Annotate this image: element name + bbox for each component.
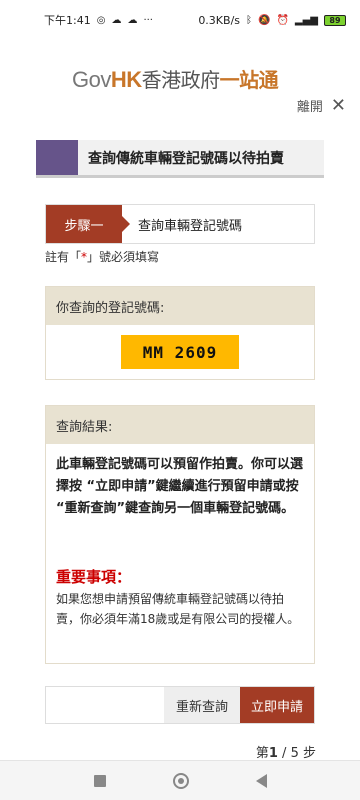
mute-icon: 🔕	[258, 14, 271, 26]
whatsapp-icon: ◎	[96, 14, 106, 26]
registration-plate: MM 2609	[121, 335, 239, 369]
system-nav-bar	[0, 760, 360, 800]
signal-icon: ▂▄▆	[294, 14, 318, 26]
close-icon: ✕	[330, 95, 346, 116]
status-time: 下午1:41	[44, 14, 91, 27]
cloud-icon: ☁	[111, 14, 122, 26]
net-speed: 0.3KB/s	[198, 13, 241, 27]
requery-button[interactable]: 重新查詢	[164, 687, 240, 723]
step-label: 查詢車輛登記號碼	[138, 218, 243, 234]
action-buttons: 重新查詢 立即申請	[45, 686, 315, 724]
step-indicator: 步驟一 查詢車輛登記號碼	[45, 204, 315, 244]
query-panel: 你查詢的登記號碼: MM 2609	[45, 286, 315, 380]
title-swatch	[36, 140, 78, 175]
apply-button[interactable]: 立即申請	[240, 687, 314, 723]
step-pager: 第1 / 5 步	[255, 746, 316, 761]
result-panel: 查詢結果: 此車輛登記號碼可以預留作拍賣。你可以選擇按 “立即申請”鍵繼續進行預…	[45, 405, 315, 664]
govhk-logo[interactable]: GovHK香港政府一站通	[72, 64, 279, 93]
result-text: 此車輛登記號碼可以預留作拍賣。你可以選擇按 “立即申請”鍵繼續進行預留申請或按 …	[56, 457, 304, 516]
cloud-icon: ☁	[127, 14, 138, 26]
more-icon: ···	[143, 14, 153, 26]
leave-label: 離開	[296, 100, 323, 115]
alarm-icon: ⏰	[276, 14, 289, 26]
required-note: 註有「*」號必須填寫	[45, 250, 160, 264]
query-panel-heading: 你查詢的登記號碼:	[46, 287, 314, 325]
important-title: 重要事項：	[56, 568, 132, 586]
bluetooth-icon: ᛒ	[246, 14, 253, 26]
battery-icon: 89	[324, 14, 346, 26]
recents-icon[interactable]	[93, 774, 106, 787]
result-panel-heading: 查詢結果:	[46, 406, 314, 444]
page-title-bar: 查詢傳統車輛登記號碼以待拍賣	[36, 140, 324, 178]
home-icon[interactable]	[172, 772, 189, 789]
important-text: 如果您想申請預留傳統車輛登記號碼以待拍賣，你必須年滿18歲或是有限公司的授權人。	[56, 592, 300, 626]
step-tag: 步驟一	[46, 205, 130, 243]
status-bar: 下午1:41 ◎ ☁ ☁ ··· 0.3KB/s ᛒ 🔕 ⏰ ▂▄▆ 89	[0, 0, 360, 40]
page-title: 查詢傳統車輛登記號碼以待拍賣	[88, 150, 284, 167]
leave-button[interactable]: 離開 ✕	[297, 95, 346, 116]
back-icon[interactable]	[255, 773, 267, 788]
